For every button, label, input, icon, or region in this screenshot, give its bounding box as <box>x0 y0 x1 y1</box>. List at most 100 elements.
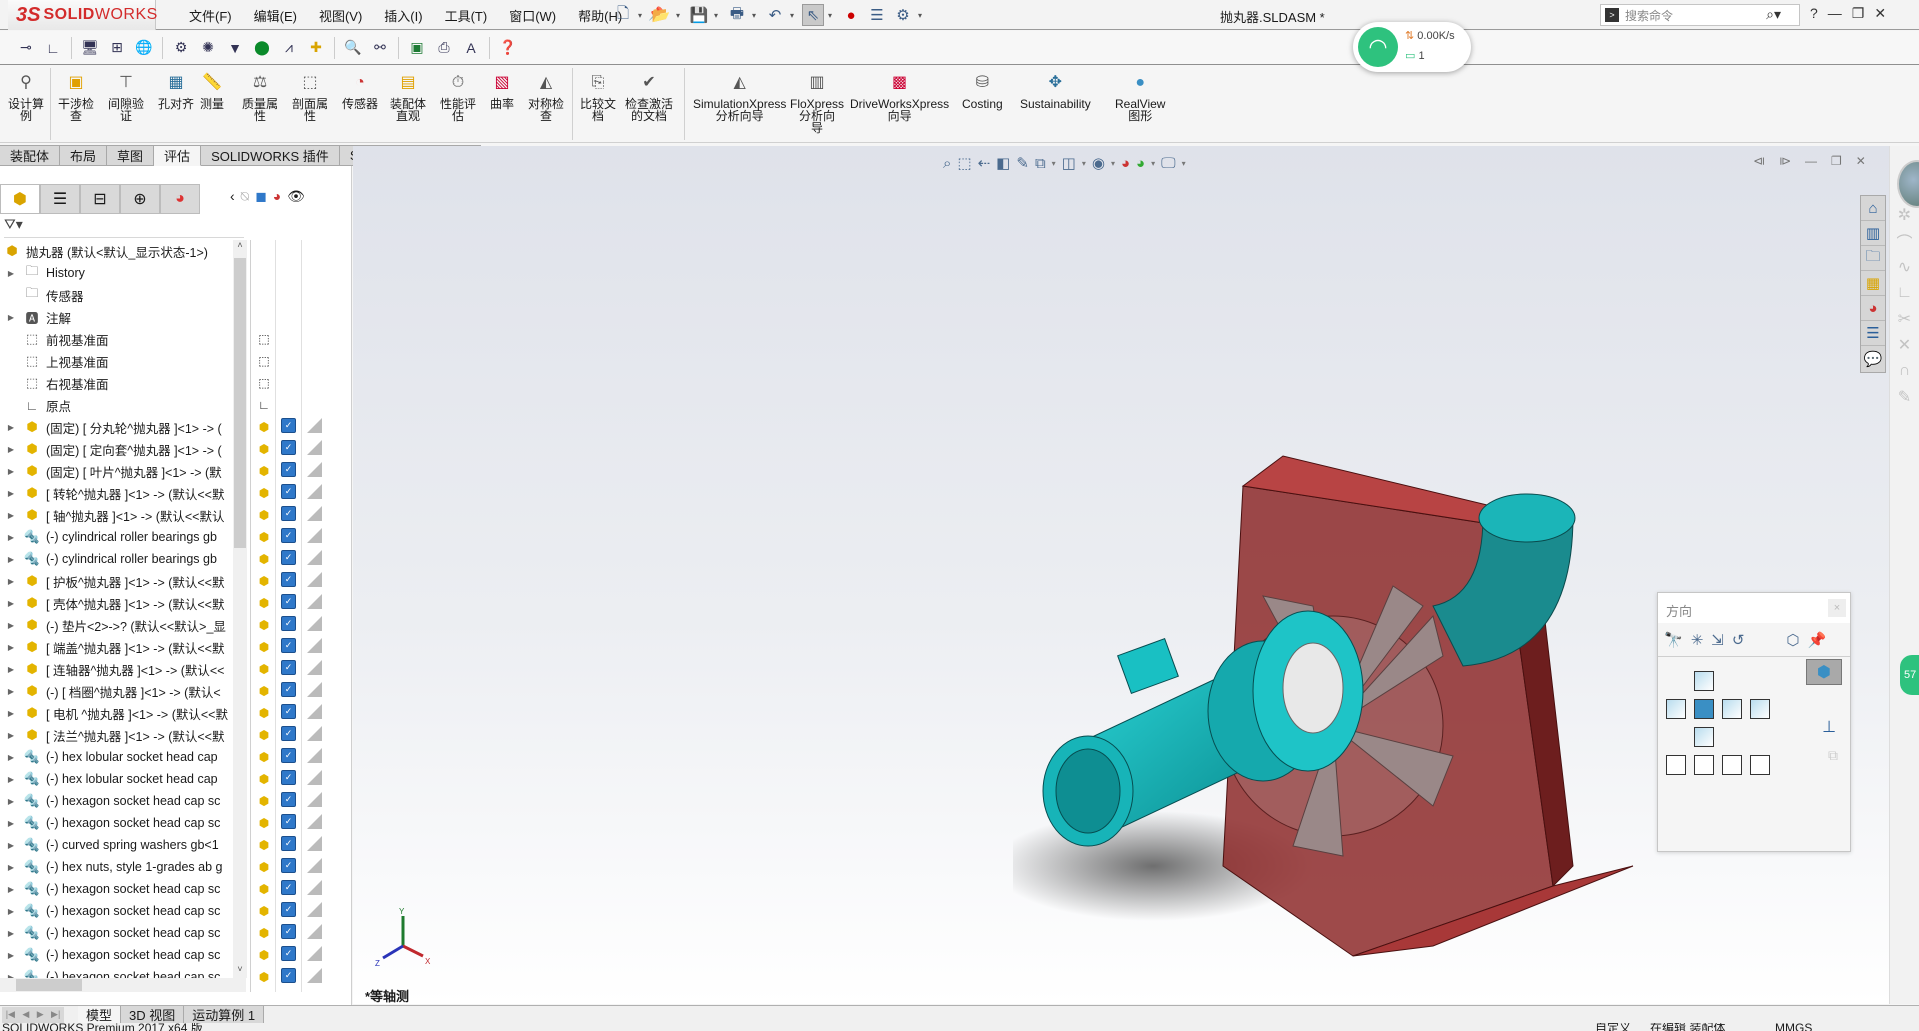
belt-icon[interactable]: ▼ <box>223 36 247 60</box>
expand-arrow-icon[interactable]: ▶ <box>4 709 18 718</box>
dropdown-arrow[interactable]: ▾ <box>1111 159 1115 168</box>
tree-item[interactable]: ▶ ⬢ [ 连轴器^抛丸器 ]<1> -> (默认<< <box>0 658 246 680</box>
eye-icon[interactable]: 👁 <box>287 188 305 205</box>
help-document-icon[interactable]: ❓ <box>496 36 520 60</box>
cmd-tab-0[interactable]: 装配体 <box>0 145 61 166</box>
top-view-icon[interactable] <box>1694 671 1714 691</box>
component-part-icon[interactable]: ⬢ <box>255 418 273 436</box>
expand-arrow-icon[interactable]: ▶ <box>4 269 18 278</box>
two-view-vertical-icon[interactable] <box>1722 755 1742 775</box>
component-part-icon[interactable]: ⬢ <box>255 682 273 700</box>
scroll-up-icon[interactable]: ˄ <box>233 240 247 254</box>
cmd-sensor-button[interactable]: ◔ 传感器 <box>342 72 378 111</box>
cmd-compare-documents-button[interactable]: ⎘ 比较文 档 <box>580 72 616 123</box>
cmd-symmetry-check-button[interactable]: ◭ 对称检 查 <box>528 72 564 123</box>
restore-button[interactable]: ❐ <box>1852 5 1865 22</box>
display-state-icon[interactable] <box>307 528 322 543</box>
appearance-cube-icon[interactable]: ✓ <box>281 704 296 719</box>
cmd-clearance-verification-button[interactable]: ⊤ 间隙验 证 <box>108 72 144 123</box>
component-part-icon[interactable]: ⬢ <box>255 946 273 964</box>
display-state-icon[interactable] <box>307 462 322 477</box>
tree-item[interactable]: ▶ ⬢ [ 轴^抛丸器 ]<1> -> (默认<<默认 <box>0 504 246 526</box>
appearance-cube-icon[interactable]: ✓ <box>281 528 296 543</box>
filter-field[interactable]: ⛛▾ <box>4 216 244 238</box>
printer-icon[interactable]: ⎙ <box>432 36 456 60</box>
zoom-to-area-icon[interactable]: ⬚ <box>957 154 971 172</box>
component-part-icon[interactable]: ⬢ <box>255 726 273 744</box>
menu-edit[interactable]: 编辑(E) <box>243 6 308 25</box>
text-sparkle-icon[interactable]: A <box>459 36 483 60</box>
expand-arrow-icon[interactable]: ▶ <box>4 467 18 476</box>
tree-item[interactable]: ▶ 🔩 (-) hexagon socket head cap sc <box>0 812 246 834</box>
appearance-cube-icon[interactable]: ✓ <box>281 946 296 961</box>
expand-arrow-icon[interactable]: ▶ <box>4 753 18 762</box>
isometric-view-button[interactable]: ⬢ <box>1806 659 1842 685</box>
vp-close-icon[interactable]: ✕ <box>1856 154 1866 168</box>
component-part-icon[interactable]: ⬢ <box>255 836 273 854</box>
featuremanager-tab-icon[interactable]: ⬢ <box>0 184 40 214</box>
dropdown-arrow[interactable]: ▾ <box>1182 159 1186 168</box>
right-view-icon[interactable] <box>1722 699 1742 719</box>
expand-arrow-icon[interactable]: ▶ <box>4 907 18 916</box>
graphics-area[interactable]: ⌕ ⬚ ⇠ ◧ ✎ ⧉ ▾ ◫ ▾ ◉ ▾ ◕ ◕ ▾ 🖵 ▾ ⧏ ⧐ — ❐ ✕ <box>353 146 1889 1004</box>
shot-blaster-assembly-model[interactable] <box>1013 426 1663 986</box>
bolt-icon[interactable]: ⊸ <box>14 36 38 60</box>
tree-item[interactable]: ▶ 🔩 (-) hexagon socket head cap sc <box>0 790 246 812</box>
expand-arrow-icon[interactable]: ▶ <box>4 863 18 872</box>
component-part-icon[interactable]: ⬢ <box>255 748 273 766</box>
tree-item[interactable]: ▶ 🔩 (-) hex lobular socket head cap <box>0 768 246 790</box>
cmd-tab-2[interactable]: 草图 <box>107 145 155 166</box>
appearance-cube-icon[interactable]: ✓ <box>281 484 296 499</box>
save-icon[interactable]: 💾 <box>688 4 710 26</box>
expand-arrow-icon[interactable]: ▶ <box>4 929 18 938</box>
orientation-close-button[interactable]: × <box>1828 599 1846 617</box>
expand-arrow-icon[interactable]: ▶ <box>4 797 18 806</box>
print-dropdown[interactable]: ▾ <box>752 11 760 20</box>
back-view-icon[interactable] <box>1750 699 1770 719</box>
displaymanager-tab-icon[interactable]: ◕ <box>160 184 200 214</box>
view-settings-icon[interactable]: 🖵 <box>1161 155 1175 172</box>
design-library-icon[interactable]: ▥ <box>1861 221 1885 246</box>
tree-item[interactable]: ▶ 🔩 (-) hexagon socket head cap sc <box>0 878 246 900</box>
appearance-cube-icon[interactable]: ✓ <box>281 440 296 455</box>
pin-dialog-icon[interactable]: 📌 <box>1808 631 1827 649</box>
tab-motion-study[interactable]: 运动算例 1 <box>184 1005 265 1024</box>
four-view-icon[interactable] <box>1750 755 1770 775</box>
component-part-icon[interactable]: ⬢ <box>255 616 273 634</box>
open-icon[interactable]: 📂 <box>650 4 672 26</box>
cmd-tab-3[interactable]: 评估 <box>154 145 202 166</box>
help-button[interactable]: ? <box>1810 5 1818 22</box>
sketch-spline-icon[interactable]: ∿ <box>1890 254 1919 280</box>
monitor-icon[interactable]: 🖥 <box>78 36 102 60</box>
zoom-magnifier-icon[interactable]: 🔍 <box>341 36 365 60</box>
display-state-icon[interactable] <box>307 616 322 631</box>
new-dropdown[interactable]: ▾ <box>638 11 646 20</box>
dynamic-annotation-icon[interactable]: ✎ <box>1016 154 1029 172</box>
appearance-cube-icon[interactable]: ✓ <box>281 792 296 807</box>
cmd-tab-1[interactable]: 布局 <box>60 145 108 166</box>
expand-arrow-icon[interactable]: ▶ <box>4 665 18 674</box>
component-part-icon[interactable]: ⬢ <box>255 770 273 788</box>
cmd-performance-evaluation-button[interactable]: ⏱ 性能评 估 <box>440 72 476 123</box>
menu-insert[interactable]: 插入(I) <box>373 6 433 25</box>
cmd-hole-alignment-button[interactable]: ▦ 孔对齐 <box>158 72 194 111</box>
solidworks-logo[interactable]: 3S SOLIDWORKS <box>8 0 157 30</box>
spring-icon[interactable]: ⩘ <box>277 36 301 60</box>
appearance-cube-icon[interactable]: ✓ <box>281 880 296 895</box>
angle-mate-icon[interactable]: ∟ <box>41 36 65 60</box>
component-part-icon[interactable]: ⬢ <box>255 484 273 502</box>
appearance-cube-icon[interactable]: ✓ <box>281 968 296 983</box>
tree-item[interactable]: ▶ ⬢ [ 端盖^抛丸器 ]<1> -> (默认<<默 <box>0 636 246 658</box>
appearance-cube-icon[interactable]: ✓ <box>281 902 296 917</box>
cmd-check-active-document-button[interactable]: ✔ 检查激活 的文档 <box>625 72 673 123</box>
view-selector-icon[interactable]: ⬡ <box>1786 631 1799 649</box>
left-view-icon[interactable] <box>1666 699 1686 719</box>
custom-properties-icon[interactable]: ☰ <box>1861 321 1885 346</box>
display-state-icon[interactable] <box>307 792 322 807</box>
appearance-cube-icon[interactable]: ✓ <box>281 770 296 785</box>
tree-item[interactable]: ▶ ⬢ (固定) [ 定向套^抛丸器 ]<1> -> ( <box>0 438 246 460</box>
tree-item[interactable]: 🗀 传感器 <box>0 284 246 306</box>
appearance-cube-icon[interactable]: ✓ <box>281 682 296 697</box>
sketch-arc-icon[interactable]: ⌒ <box>1890 228 1919 254</box>
tree-item[interactable]: ▶ ⬢ [ 壳体^抛丸器 ]<1> -> (默认<<默 <box>0 592 246 614</box>
